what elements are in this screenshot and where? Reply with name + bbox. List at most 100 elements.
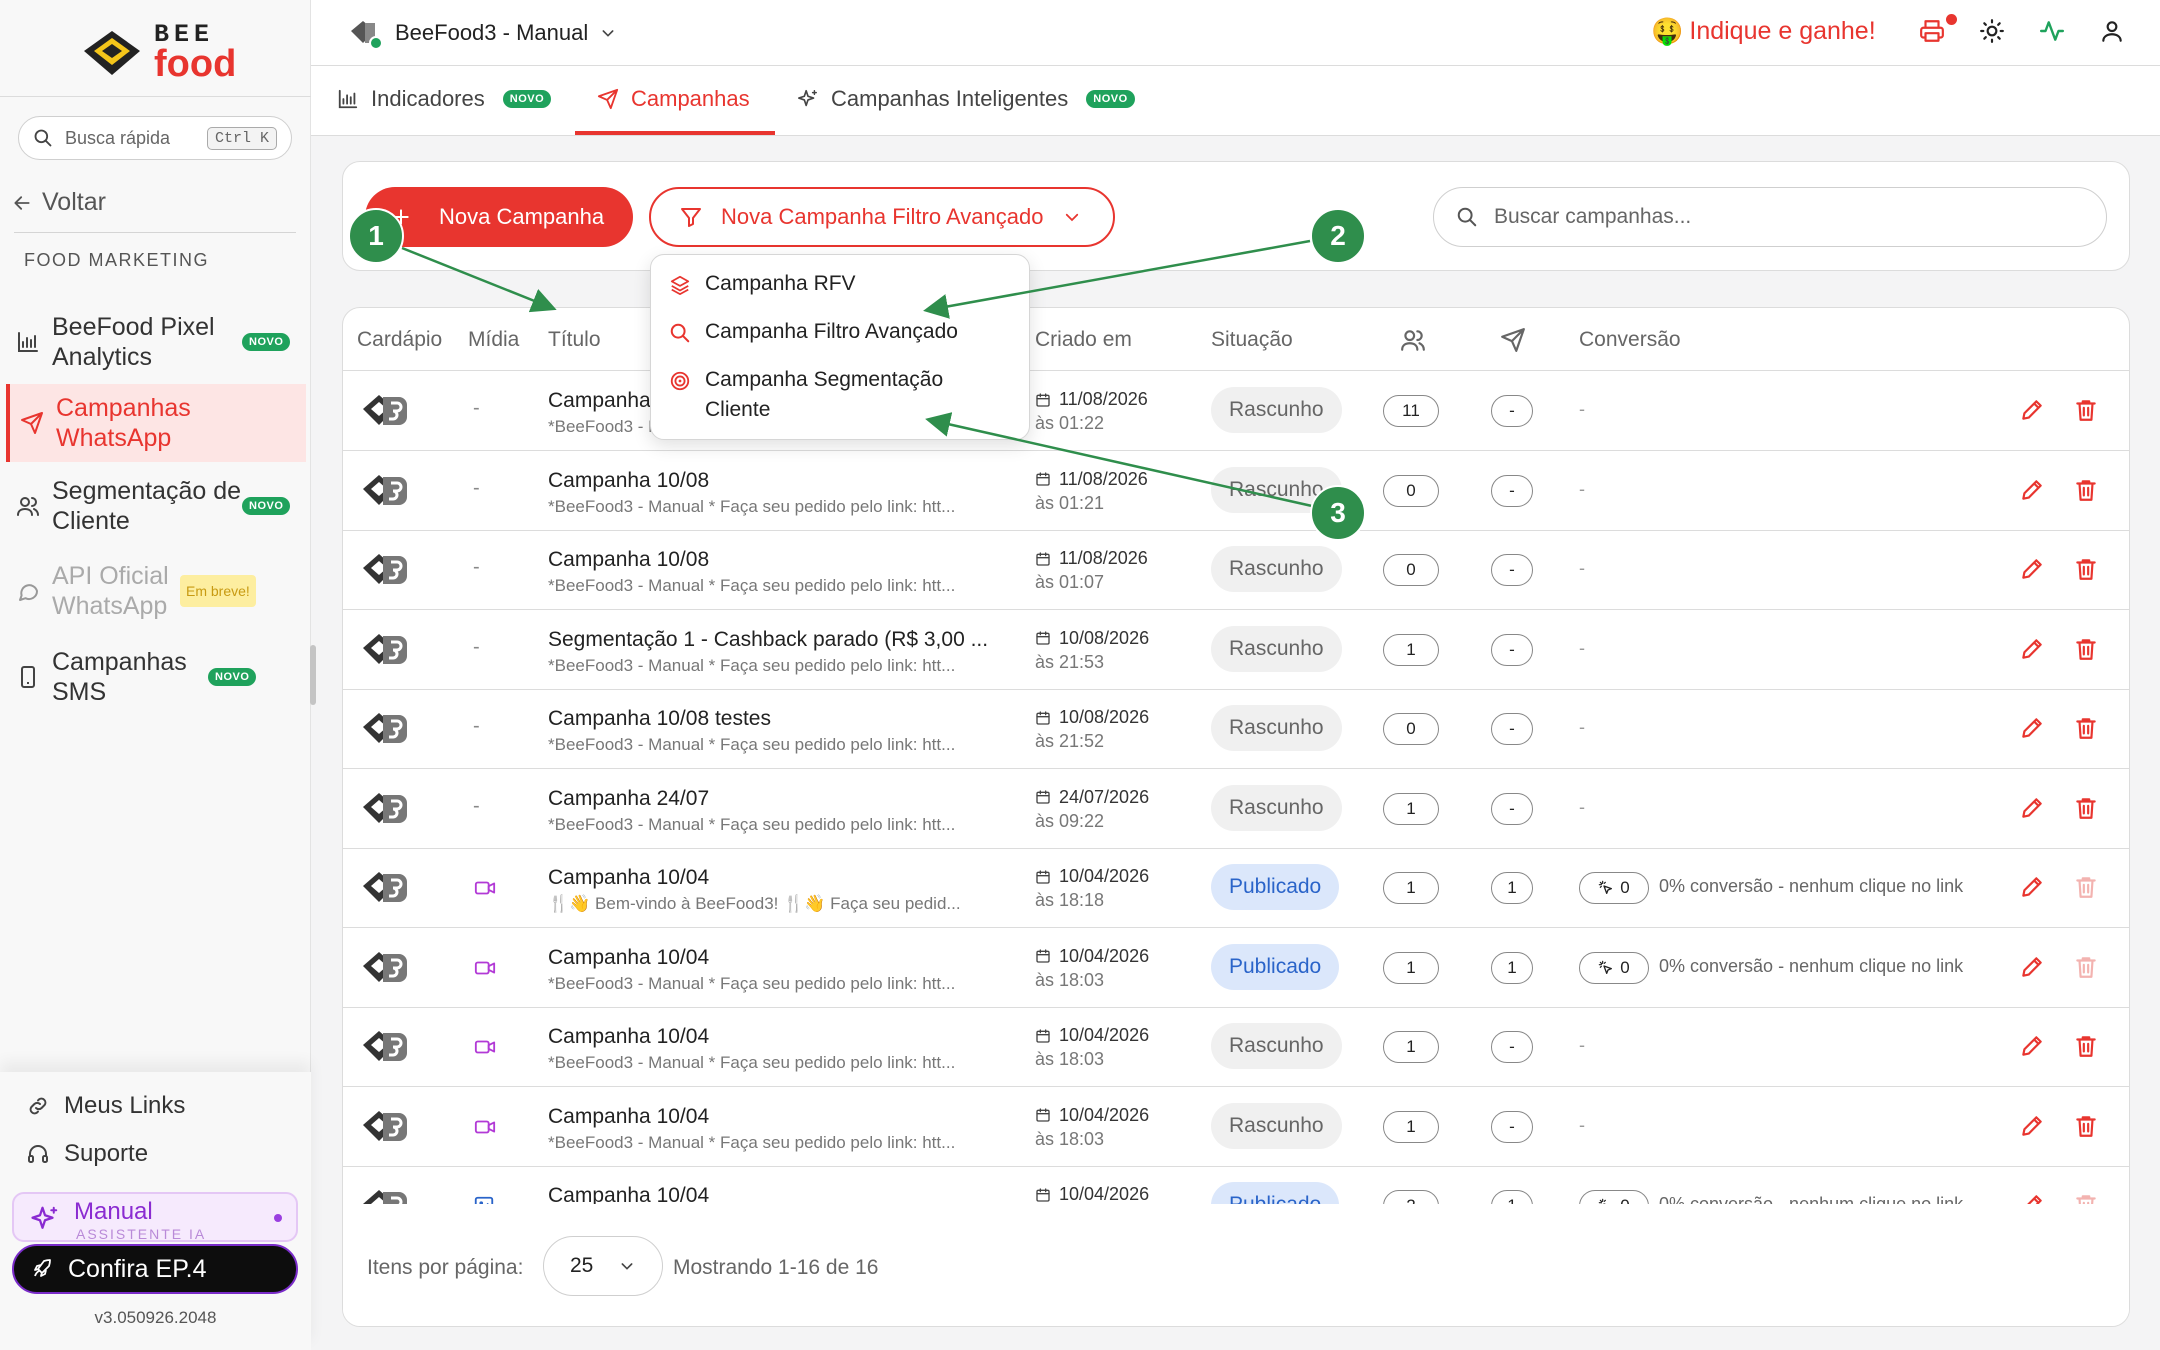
search-placeholder: Buscar campanhas...: [1494, 205, 1692, 228]
sidebar-item-campanhas-whatsapp[interactable]: Campanhas WhatsApp: [6, 384, 306, 462]
campaign-title[interactable]: Campanha 10/04: [548, 1025, 1008, 1049]
bar-chart-icon: [338, 89, 358, 109]
support-link[interactable]: Suporte: [26, 1140, 148, 1168]
dropdown-item-filtro-avancado[interactable]: Campanha Filtro Avançado: [669, 317, 958, 347]
table-row[interactable]: Campanha 10/04 *BeeFood3 - Manual * Faça …: [343, 1007, 2129, 1087]
sidebar-item-campanhas-sms[interactable]: Campanhas SMS NOVO: [6, 642, 306, 712]
table-row[interactable]: - Segmentação 1 - Cashback parado (R$ 3,0…: [343, 610, 2129, 690]
delete-button[interactable]: [2073, 397, 2099, 423]
new-badge: NOVO: [502, 90, 552, 108]
table-row[interactable]: Campanha 10/04 🍴👋 Bem-vindo à BeeFood3! 🍴…: [343, 848, 2129, 928]
column-header-midia[interactable]: Mídia: [468, 328, 519, 352]
media-video[interactable]: [473, 957, 497, 979]
per-page-select[interactable]: 25: [543, 1236, 663, 1296]
campaign-title[interactable]: Campanha 24/07: [548, 787, 1008, 811]
table-row[interactable]: Campanha 10/04 *BeeFood3 - Manual * Faça …: [343, 928, 2129, 1008]
edit-button[interactable]: [2019, 1113, 2045, 1139]
column-header-conversao[interactable]: Conversão: [1579, 328, 1681, 352]
edit-button[interactable]: [2019, 954, 2045, 980]
user-icon[interactable]: [2099, 18, 2125, 44]
sun-icon[interactable]: [1979, 18, 2005, 44]
campaign-preview: *BeeFood3 - Manual * Faça seu pedido pel…: [548, 814, 956, 834]
campaign-title[interactable]: Campanha 10/08: [548, 548, 1008, 572]
sidebar-item-pixel-analytics[interactable]: BeeFood Pixel Analytics NOVO: [6, 308, 306, 376]
edit-button[interactable]: [2019, 795, 2045, 821]
send-icon: [597, 88, 619, 110]
store-logo-icon: [351, 21, 383, 50]
table-row[interactable]: - Campanha 10/08 *BeeFood3 - Manual * Faça…: [343, 451, 2129, 531]
table-row[interactable]: - Campanha 10/08 *BeeFood3 - Manual * Faça…: [343, 530, 2129, 610]
delete-button[interactable]: [2073, 715, 2099, 741]
printer-icon[interactable]: [1919, 18, 1945, 44]
delete-button[interactable]: [2073, 795, 2099, 821]
table-row[interactable]: - Campanha 24/07 *BeeFood3 - Manual * Faça…: [343, 769, 2129, 849]
back-link[interactable]: Voltar: [12, 188, 106, 217]
edit-button[interactable]: [2019, 636, 2045, 662]
dropdown-item-rfv[interactable]: Campanha RFV: [669, 269, 856, 299]
column-header-criado-em[interactable]: Criado em: [1035, 328, 1132, 352]
campaign-title[interactable]: Campanha 10/04: [548, 866, 1008, 890]
edit-button[interactable]: [2019, 477, 2045, 503]
created-date: 24/07/2026: [1035, 787, 1149, 808]
media-video[interactable]: [473, 877, 497, 899]
media-video[interactable]: [473, 1116, 497, 1138]
created-time: às 18:03: [1035, 969, 1105, 990]
campaign-preview: *BeeFood3 - Manual * Faça seu pedido pel…: [548, 973, 956, 993]
sidebar-scrollbar[interactable]: [310, 645, 316, 705]
per-page-value: 25: [570, 1254, 594, 1277]
table-row[interactable]: -Campanha 11/08*BeeFood3 - Manual * Faça…: [343, 371, 2129, 451]
tab-campanhas[interactable]: Campanhas: [597, 86, 750, 112]
table-row[interactable]: Campanha 10/04 *BeeFood3 - Manual * Faça …: [343, 1087, 2129, 1167]
delete-button[interactable]: [2073, 1033, 2099, 1059]
status-badge: Rascunho: [1211, 387, 1342, 433]
edit-button[interactable]: [2019, 556, 2045, 582]
store-selector[interactable]: BeeFood3 - Manual: [349, 15, 616, 51]
filter-icon: [681, 208, 701, 227]
my-links-link[interactable]: Meus Links: [26, 1092, 185, 1120]
column-header-titulo[interactable]: Título: [548, 328, 601, 352]
headset-icon: [28, 1145, 48, 1163]
sent-count: -: [1491, 554, 1533, 586]
media-video[interactable]: [473, 1036, 497, 1058]
brand-logo[interactable]: BEE food: [80, 22, 236, 83]
delete-button[interactable]: [2073, 1113, 2099, 1139]
edit-button[interactable]: [2019, 874, 2045, 900]
delete-button[interactable]: [2073, 477, 2099, 503]
column-header-cardapio[interactable]: Cardápio: [357, 328, 442, 352]
conversion-empty: -: [1579, 637, 1585, 658]
tab-label: Campanhas Inteligentes: [831, 86, 1069, 111]
quick-search[interactable]: Busca rápida Ctrl K: [18, 116, 292, 160]
table-row[interactable]: - Campanha 10/08 testes *BeeFood3 - Manual…: [343, 689, 2129, 769]
activity-icon[interactable]: [2039, 18, 2065, 44]
episode-button[interactable]: Confira EP.4: [12, 1244, 298, 1294]
tab-indicadores[interactable]: Indicadores NOVO: [337, 86, 552, 112]
campaign-search-input[interactable]: Buscar campanhas...: [1433, 187, 2107, 247]
ai-assistant-button[interactable]: Manual ASSISTENTE IA: [12, 1192, 298, 1242]
delete-button[interactable]: [2073, 636, 2099, 662]
pencil-icon: [2022, 1036, 2042, 1056]
campaign-title[interactable]: Campanha 10/04: [548, 946, 1008, 970]
column-header-situacao[interactable]: Situação: [1211, 328, 1293, 352]
dropdown-item-segmentacao[interactable]: Campanha Segmentação Cliente: [669, 365, 985, 425]
edit-button[interactable]: [2019, 715, 2045, 741]
campaign-preview: *BeeFood3 - Manual * Faça seu pedido pel…: [548, 655, 956, 675]
campaign-title[interactable]: Campanha 10/08: [548, 469, 1008, 493]
campaign-title[interactable]: Campanha 10/08 testes: [548, 707, 1008, 731]
campaign-title[interactable]: Campanha 10/04: [548, 1105, 1008, 1129]
trash-icon: [2076, 400, 2096, 421]
edit-button[interactable]: [2019, 397, 2045, 423]
new-campaign-button[interactable]: Nova Campanha: [365, 187, 633, 247]
trash-icon: [2076, 559, 2096, 580]
referral-link[interactable]: 🤑 Indique e ganhe!: [1651, 16, 1876, 47]
created-time: às 18:03: [1035, 1128, 1105, 1149]
money-face-emoji: 🤑: [1651, 16, 1684, 46]
delete-button[interactable]: [2073, 556, 2099, 582]
tab-campanhas-inteligentes[interactable]: Campanhas Inteligentes NOVO: [797, 86, 1135, 112]
advanced-filter-campaign-button[interactable]: Nova Campanha Filtro Avançado: [649, 187, 1115, 247]
campaign-title[interactable]: Segmentação 1 - Cashback parado (R$ 3,00…: [548, 628, 1008, 652]
logo-food-text: food: [154, 43, 237, 85]
sidebar-item-segmentacao[interactable]: Segmentação de Cliente NOVO: [6, 472, 306, 540]
menu-logo-icon: [363, 474, 407, 505]
edit-button[interactable]: [2019, 1033, 2045, 1059]
tabs-bar: Indicadores NOVO Campanhas Campanhas Int…: [311, 66, 2160, 136]
